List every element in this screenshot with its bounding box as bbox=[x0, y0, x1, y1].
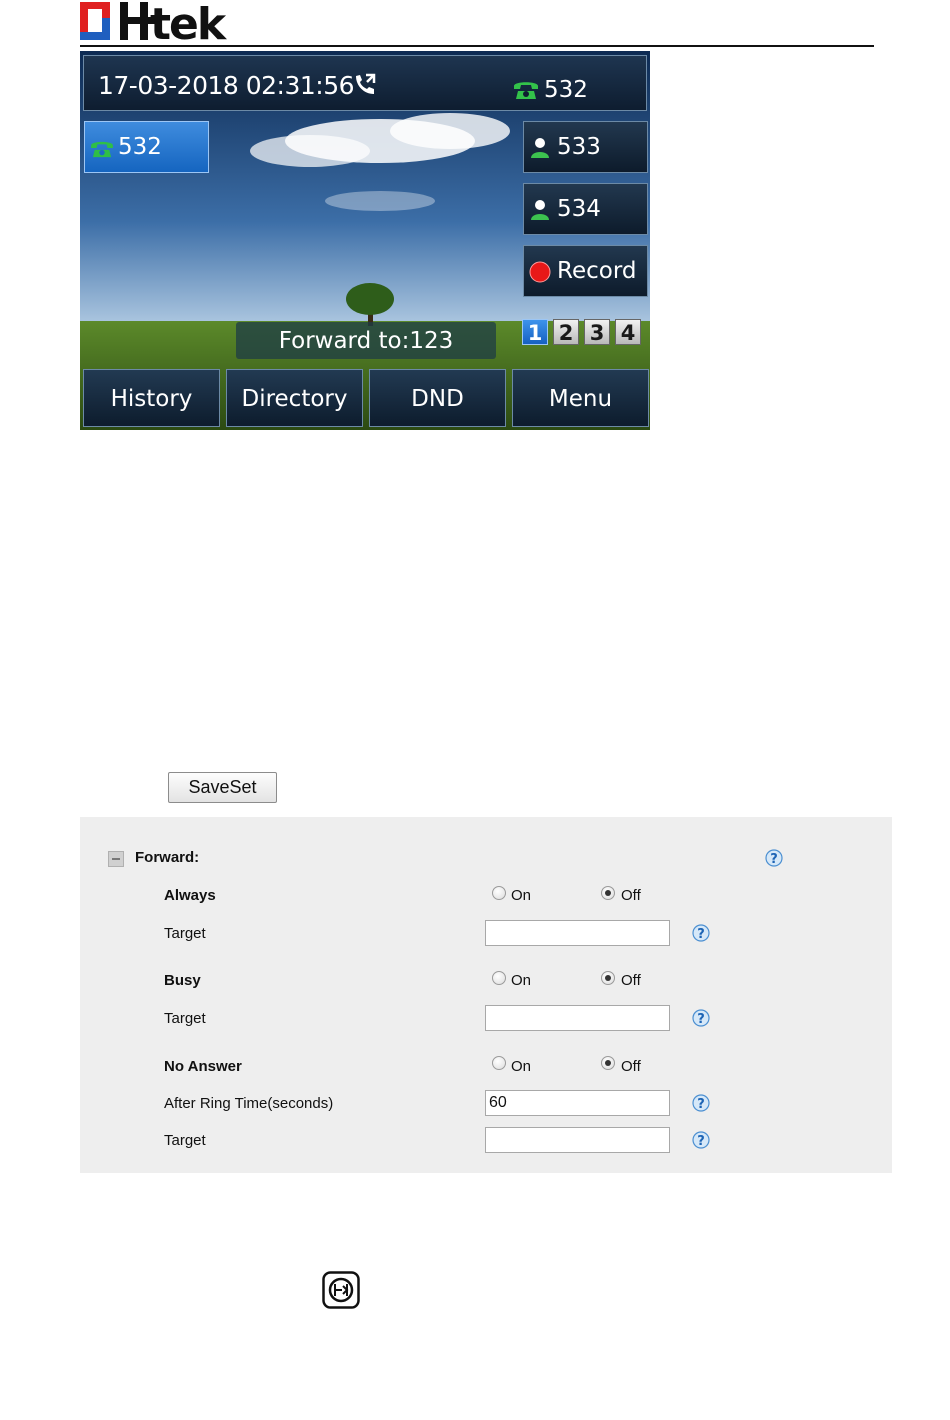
help-icon[interactable]: ? bbox=[692, 1094, 710, 1112]
record-key[interactable]: Record bbox=[523, 245, 648, 297]
line-key-label: 532 bbox=[118, 134, 162, 160]
forward-banner: Forward to:123 bbox=[236, 322, 496, 359]
collapse-toggle[interactable] bbox=[108, 851, 124, 867]
dss-key-534[interactable]: 534 bbox=[523, 183, 648, 235]
help-icon[interactable]: ? bbox=[765, 849, 783, 867]
no-answer-target-input[interactable] bbox=[485, 1127, 670, 1153]
after-ring-time-label: After Ring Time(seconds) bbox=[164, 1095, 334, 1112]
contact-person-icon bbox=[531, 200, 549, 220]
no-answer-on-label: On bbox=[511, 1058, 532, 1075]
svg-text:?: ? bbox=[697, 1097, 705, 1112]
always-label: Always bbox=[164, 887, 216, 904]
busy-on-radio[interactable] bbox=[492, 971, 506, 985]
htek-logo: tek bbox=[80, 2, 230, 42]
svg-text:tek: tek bbox=[150, 2, 228, 42]
page-2-button[interactable]: 2 bbox=[553, 319, 579, 345]
forward-banner-text: Forward to:123 bbox=[278, 328, 454, 354]
busy-target-input[interactable] bbox=[485, 1005, 670, 1031]
saveset-button[interactable]: SaveSet bbox=[168, 772, 277, 803]
svg-text:?: ? bbox=[697, 1134, 705, 1149]
always-target-label: Target bbox=[164, 925, 206, 942]
status-datetime: 17-03-2018 02:31:56 bbox=[98, 71, 355, 100]
softkey-bar: History Directory DND Menu bbox=[83, 369, 649, 427]
busy-on-label: On bbox=[511, 972, 532, 989]
always-off-radio[interactable] bbox=[601, 886, 615, 900]
no-answer-off-radio[interactable] bbox=[601, 1056, 615, 1070]
busy-label: Busy bbox=[164, 972, 201, 989]
line-key-532[interactable]: 532 bbox=[84, 121, 209, 173]
status-bar: 17-03-2018 02:31:56 532 bbox=[83, 55, 647, 111]
page-4-button[interactable]: 4 bbox=[615, 319, 641, 345]
help-icon[interactable]: ? bbox=[692, 1009, 710, 1027]
forward-key-icon bbox=[322, 1271, 360, 1309]
phone-screen: 17-03-2018 02:31:56 532 532 533 534 Reco… bbox=[80, 51, 650, 430]
after-ring-time-input[interactable] bbox=[485, 1090, 670, 1116]
help-icon[interactable]: ? bbox=[692, 924, 710, 942]
svg-text:?: ? bbox=[770, 852, 778, 867]
no-answer-target-label: Target bbox=[164, 1132, 206, 1149]
svg-text:?: ? bbox=[697, 927, 705, 942]
no-answer-on-radio[interactable] bbox=[492, 1056, 506, 1070]
header-rule bbox=[80, 45, 874, 47]
softkey-history[interactable]: History bbox=[83, 369, 220, 427]
phone-handset-icon bbox=[514, 82, 538, 99]
record-dot-icon bbox=[529, 261, 551, 283]
status-line-number: 532 bbox=[544, 77, 588, 103]
dss-key-label: 533 bbox=[557, 134, 601, 160]
always-off-label: Off bbox=[621, 887, 641, 904]
page-1-button[interactable]: 1 bbox=[522, 319, 548, 345]
dss-key-label: 534 bbox=[557, 196, 601, 222]
softkey-menu[interactable]: Menu bbox=[512, 369, 649, 427]
dss-key-533[interactable]: 533 bbox=[523, 121, 648, 173]
busy-off-radio[interactable] bbox=[601, 971, 615, 985]
svg-text:?: ? bbox=[697, 1012, 705, 1027]
page-3-button[interactable]: 3 bbox=[584, 319, 610, 345]
busy-target-label: Target bbox=[164, 1010, 206, 1027]
no-answer-off-label: Off bbox=[621, 1058, 641, 1075]
contact-person-icon bbox=[531, 138, 549, 158]
busy-off-label: Off bbox=[621, 972, 641, 989]
always-on-radio[interactable] bbox=[492, 886, 506, 900]
dss-key-label: Record bbox=[557, 258, 637, 284]
always-on-label: On bbox=[511, 887, 532, 904]
phone-handset-icon bbox=[91, 141, 113, 158]
help-icon[interactable]: ? bbox=[692, 1131, 710, 1149]
always-target-input[interactable] bbox=[485, 920, 670, 946]
call-forward-icon bbox=[356, 73, 376, 94]
forward-section-title: Forward: bbox=[135, 849, 200, 866]
forward-settings-panel: Forward: ? Always On Off Target ? Busy O… bbox=[80, 817, 892, 1173]
softkey-directory[interactable]: Directory bbox=[226, 369, 363, 427]
no-answer-label: No Answer bbox=[164, 1058, 242, 1075]
softkey-dnd[interactable]: DND bbox=[369, 369, 506, 427]
